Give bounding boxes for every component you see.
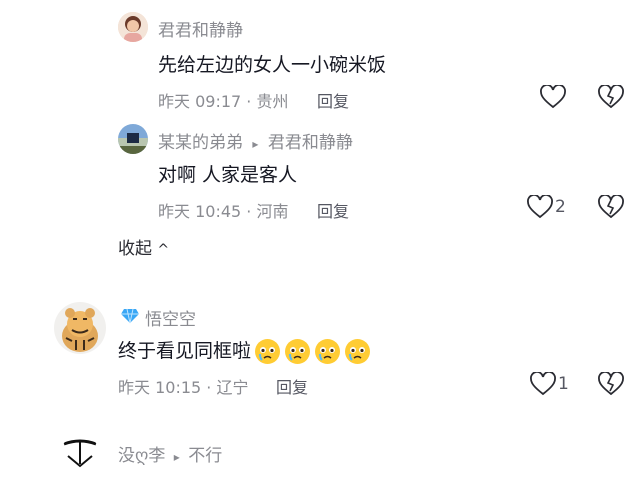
reply-author: 某某的弟弟 ▸ 君君和静静 bbox=[158, 128, 353, 153]
avatar[interactable] bbox=[54, 302, 106, 354]
like-icon[interactable] bbox=[540, 85, 566, 109]
reply-location: 贵州 bbox=[256, 92, 289, 111]
reply-meta: 昨天 09:17 · 贵州 bbox=[158, 88, 289, 112]
reply-text: 对啊 人家是客人 bbox=[158, 164, 298, 186]
comment-location: 辽宁 bbox=[216, 378, 249, 397]
next-comment-author: 没ღ李 ▸ 不行 bbox=[118, 441, 222, 466]
avatar-girl-image bbox=[118, 12, 148, 42]
avatar[interactable] bbox=[58, 436, 102, 480]
avatar[interactable] bbox=[118, 124, 148, 154]
reply-author-name[interactable]: 某某的弟弟 bbox=[158, 133, 243, 153]
reply-to-arrow-icon: ▸ bbox=[252, 137, 259, 151]
reply-time: 昨天 09:17 bbox=[158, 92, 242, 111]
next-comment-author-name[interactable]: 没ღ李 bbox=[118, 446, 165, 466]
collapse-replies-button[interactable]: 收起 ^ bbox=[118, 234, 169, 259]
comment-text: 终于看见同框啦 bbox=[118, 340, 252, 362]
separator-dot: · bbox=[206, 378, 212, 397]
reply-button[interactable]: 回复 bbox=[317, 88, 349, 112]
reply-text: 先给左边的女人一小碗米饭 bbox=[158, 54, 387, 76]
comment-time: 昨天 10:15 bbox=[118, 378, 202, 397]
crying-emoji-icon bbox=[254, 338, 281, 365]
avatar-landscape-image bbox=[118, 124, 148, 154]
avatar-tiger-image bbox=[54, 302, 106, 354]
comment-author[interactable]: 悟空空 bbox=[145, 305, 196, 330]
comment-text-row: 终于看见同框啦 bbox=[118, 336, 371, 365]
dislike-icon[interactable] bbox=[598, 372, 624, 396]
dislike-icon[interactable] bbox=[598, 195, 624, 219]
reply-time: 昨天 10:45 bbox=[158, 202, 242, 221]
collapse-label: 收起 bbox=[118, 239, 152, 259]
like-icon[interactable] bbox=[530, 372, 556, 396]
reply-author[interactable]: 君君和静静 bbox=[158, 16, 243, 41]
separator-dot: · bbox=[246, 202, 252, 221]
reply-location: 河南 bbox=[256, 202, 289, 221]
next-comment-reply-to[interactable]: 不行 bbox=[188, 446, 222, 466]
crying-emoji-icon bbox=[314, 338, 341, 365]
comment-meta: 昨天 10:15 · 辽宁 bbox=[118, 374, 249, 398]
diamond-badge-icon bbox=[120, 308, 140, 324]
avatar-sketch-image bbox=[58, 436, 102, 480]
chevron-up-icon: ^ bbox=[157, 242, 170, 258]
like-count: 1 bbox=[558, 374, 569, 394]
reply-button[interactable]: 回复 bbox=[317, 198, 349, 222]
like-icon[interactable] bbox=[527, 195, 553, 219]
reply-button[interactable]: 回复 bbox=[276, 374, 308, 398]
reply-to-name[interactable]: 君君和静静 bbox=[268, 133, 353, 153]
avatar[interactable] bbox=[118, 12, 148, 42]
like-count: 2 bbox=[555, 197, 566, 217]
separator-dot: · bbox=[246, 92, 252, 111]
crying-emoji-icon bbox=[344, 338, 371, 365]
dislike-icon[interactable] bbox=[598, 85, 624, 109]
reply-meta: 昨天 10:45 · 河南 bbox=[158, 198, 289, 222]
crying-emoji-icon bbox=[284, 338, 311, 365]
